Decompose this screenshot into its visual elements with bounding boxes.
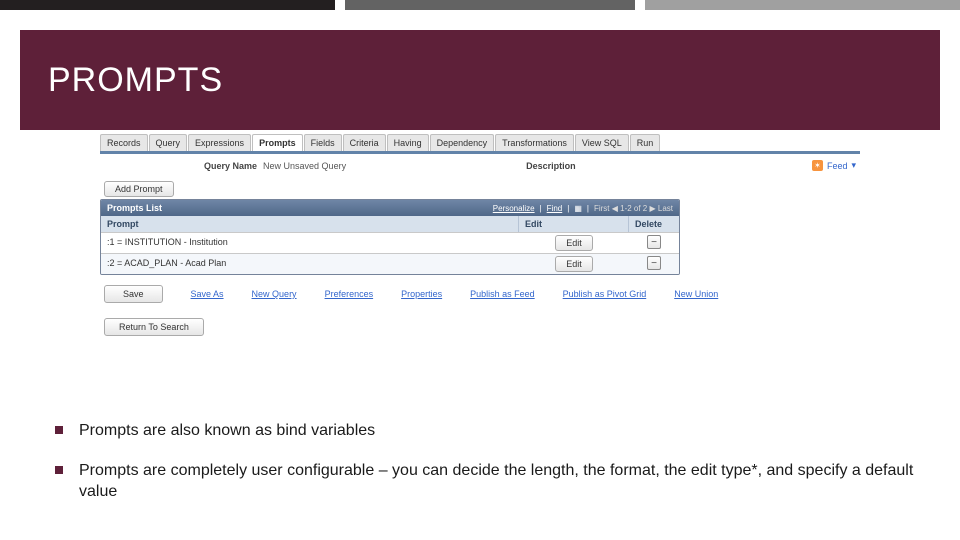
tab-having[interactable]: Having [387,134,429,151]
col-delete: Delete [629,216,679,232]
grid-title: Prompts List [107,203,162,213]
bullet-list: Prompts are also known as bind variables… [55,420,920,521]
screenshot-region: Records Query Expressions Prompts Fields… [100,134,860,340]
edit-button[interactable]: Edit [555,256,593,272]
tab-view-sql[interactable]: View SQL [575,134,629,151]
publish-feed-link[interactable]: Publish as Feed [470,289,535,299]
delete-button[interactable]: − [647,235,661,249]
new-query-link[interactable]: New Query [252,289,297,299]
col-prompt: Prompt [101,216,519,232]
chevron-down-icon: ▾ [851,160,856,171]
grid-nav: First ◀ 1-2 of 2 ▶ Last [594,204,673,213]
bullet-item: Prompts are also known as bind variables [55,420,920,442]
tab-run[interactable]: Run [630,134,661,151]
return-search-button[interactable]: Return To Search [104,318,204,336]
feed-label: Feed [827,161,848,171]
query-name-label: Query Name [204,161,257,171]
personalize-link[interactable]: Personalize [493,204,535,213]
tab-dependency[interactable]: Dependency [430,134,495,151]
tab-records[interactable]: Records [100,134,148,151]
publish-pivot-link[interactable]: Publish as Pivot Grid [563,289,647,299]
rss-icon: ✶ [812,160,823,171]
delete-button[interactable]: − [647,256,661,270]
save-as-link[interactable]: Save As [191,289,224,299]
properties-link[interactable]: Properties [401,289,442,299]
find-link[interactable]: Find [547,204,563,213]
tab-prompts[interactable]: Prompts [252,134,303,151]
tab-criteria[interactable]: Criteria [343,134,386,151]
table-row: :2 = ACAD_PLAN - Acad Plan Edit − [101,253,679,274]
prompts-grid: Prompts List Personalize | Find | ▦ | Fi… [100,199,680,275]
tab-strip: Records Query Expressions Prompts Fields… [100,134,860,151]
table-row: :1 = INSTITUTION - Institution Edit − [101,232,679,253]
tab-expressions[interactable]: Expressions [188,134,251,151]
prompt-text: :2 = ACAD_PLAN - Acad Plan [101,254,519,274]
feed-link[interactable]: ✶ Feed ▾ [812,160,856,171]
edit-button[interactable]: Edit [555,235,593,251]
new-union-link[interactable]: New Union [674,289,718,299]
add-prompt-button[interactable]: Add Prompt [104,181,174,197]
col-edit: Edit [519,216,629,232]
tab-fields[interactable]: Fields [304,134,342,151]
prompt-text: :1 = INSTITUTION - Institution [101,233,519,253]
title-bar: PROMPTS [20,30,940,130]
preferences-link[interactable]: Preferences [325,289,374,299]
tab-transformations[interactable]: Transformations [495,134,574,151]
slide-title: PROMPTS [48,61,223,100]
query-name-value: New Unsaved Query [263,161,346,171]
save-button[interactable]: Save [104,285,163,303]
bullet-item: Prompts are completely user configurable… [55,460,920,503]
accent-strip [0,0,960,10]
tab-query[interactable]: Query [149,134,188,151]
zoom-icon[interactable]: ▦ [574,204,582,213]
description-label: Description [526,161,576,171]
